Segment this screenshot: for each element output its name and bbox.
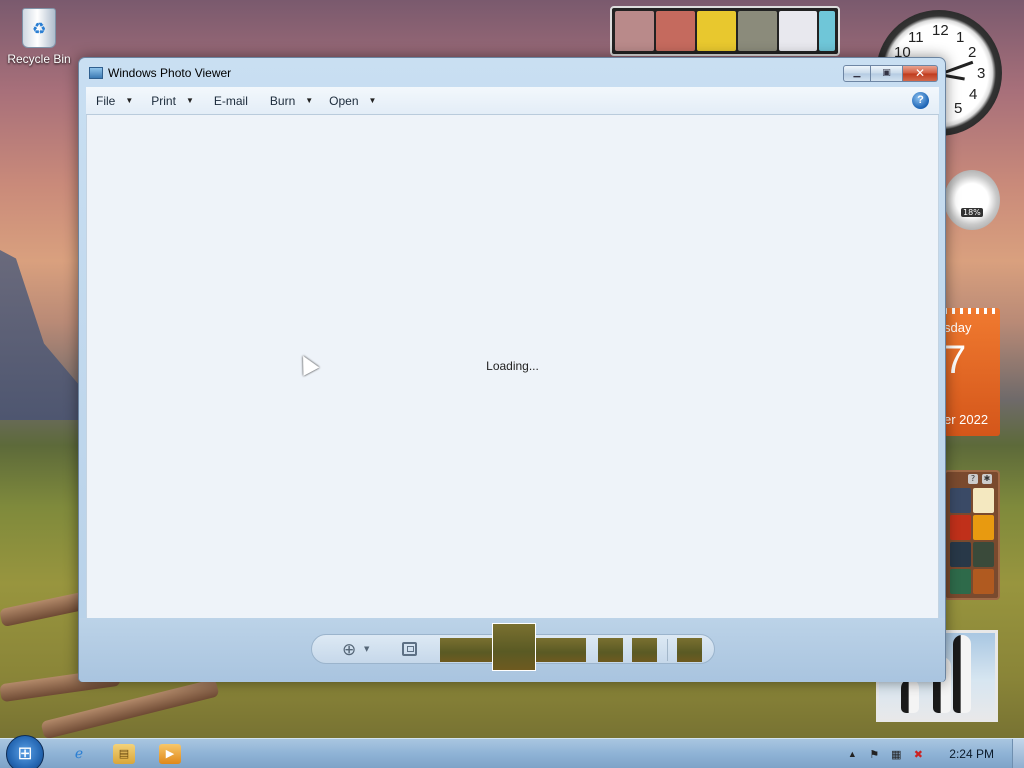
wallpaper-mountain <box>0 250 80 420</box>
internet-explorer-icon[interactable]: ℯ <box>68 744 90 764</box>
volume-muted-icon[interactable]: ✖ <box>909 748 927 761</box>
menu-open[interactable]: Open ▼ <box>319 87 382 114</box>
playback-controls: ⊕ ▼ <box>311 623 715 671</box>
image-viewing-area[interactable]: Loading... <box>86 115 939 618</box>
chevron-down-icon: ▼ <box>305 96 314 105</box>
rotate-right-button[interactable] <box>632 638 657 662</box>
chevron-down-icon[interactable]: ▼ <box>364 645 369 653</box>
penguin-shape <box>901 679 919 713</box>
menu-print-label: Print <box>151 93 176 108</box>
calendar-day-number: 7 <box>944 338 967 382</box>
penguin-shape <box>953 635 971 713</box>
recycle-bin-desktop-icon[interactable]: Recycle Bin <box>6 8 72 66</box>
window-title: Windows Photo Viewer <box>108 66 232 80</box>
chevron-down-icon: ▼ <box>185 96 194 105</box>
media-player-icon[interactable]: ▶ <box>159 744 181 764</box>
clock-number: 12 <box>932 22 949 39</box>
chevron-down-icon: ▼ <box>368 96 377 105</box>
menu-file[interactable]: File ▼ <box>86 87 139 114</box>
rotate-left-button[interactable] <box>598 638 623 662</box>
menu-open-label: Open <box>329 93 359 108</box>
minimize-button[interactable]: ▁ <box>843 65 871 82</box>
taskbar: ⊞ ℯ ▤ ▶ ▲ ⚑ ▦ ✖ 2:24 PM <box>0 735 1024 768</box>
slideshow-button[interactable] <box>492 623 536 671</box>
menu-bar: File ▼ Print ▼ E-mail Burn ▼ Open ▼ ? <box>86 87 939 115</box>
cpu-meter-gadget[interactable]: 18% <box>944 170 1000 230</box>
window-controls: ▁ ▣ ✕ <box>843 65 938 82</box>
show-desktop-button[interactable] <box>1012 739 1024 768</box>
help-icon[interactable]: ? <box>912 92 929 109</box>
recycle-bin-icon <box>22 8 56 48</box>
windows-explorer-icon[interactable]: ▤ <box>113 744 135 764</box>
maximize-button[interactable]: ▣ <box>871 65 903 82</box>
photo-viewer-app-icon <box>89 67 103 79</box>
actual-size-icon[interactable] <box>402 642 417 656</box>
cpu-meter-value: 18% <box>961 208 983 217</box>
taskbar-clock[interactable]: 2:24 PM <box>949 747 994 761</box>
menu-file-label: File <box>96 93 116 108</box>
network-icon[interactable]: ▦ <box>887 748 905 761</box>
color-palette-gadget[interactable]: ? ✱ <box>944 470 1000 600</box>
show-hidden-icons-arrow[interactable]: ▲ <box>843 749 861 759</box>
clock-number: 11 <box>908 29 924 46</box>
slideshow-gadget[interactable] <box>610 6 840 56</box>
menu-email[interactable]: E-mail <box>200 87 262 114</box>
calendar-day-name: sday <box>944 320 972 335</box>
system-tray: ▲ ⚑ ▦ ✖ 2:24 PM <box>843 739 1010 768</box>
loading-status: Loading... <box>486 359 539 373</box>
next-button[interactable] <box>536 638 586 662</box>
menu-print[interactable]: Print ▼ <box>139 87 200 114</box>
start-button[interactable]: ⊞ <box>6 735 44 768</box>
calendar-gadget[interactable]: sday 7 er 2022 <box>944 308 1000 436</box>
recycle-bin-label: Recycle Bin <box>7 52 71 66</box>
clock-number: 4 <box>969 86 978 103</box>
menu-burn-label: Burn <box>269 93 296 108</box>
calendar-month-year: er 2022 <box>944 412 989 427</box>
clock-number: 1 <box>956 29 965 46</box>
delete-button[interactable] <box>677 638 702 662</box>
clock-number: 3 <box>977 65 986 82</box>
chevron-down-icon: ▼ <box>125 96 134 105</box>
title-bar[interactable]: Windows Photo Viewer ▁ ▣ ✕ <box>79 58 945 88</box>
photo-viewer-window[interactable]: Windows Photo Viewer ▁ ▣ ✕ File ▼ Print … <box>78 57 946 682</box>
gadget-settings-icon[interactable]: ✱ <box>982 474 992 484</box>
menu-burn[interactable]: Burn ▼ <box>262 87 319 114</box>
action-center-flag-icon[interactable]: ⚑ <box>865 748 883 761</box>
toolbar-separator <box>667 639 668 661</box>
clock-number: 2 <box>968 44 977 61</box>
close-button[interactable]: ✕ <box>903 65 938 82</box>
magnifier-plus-icon[interactable]: ⊕ <box>342 640 356 660</box>
navigation-bar: ⊕ ▼ <box>79 618 945 682</box>
clock-number: 5 <box>954 100 963 117</box>
gadget-help-icon[interactable]: ? <box>968 474 978 484</box>
calendar-rings <box>944 308 1000 314</box>
menu-email-label: E-mail <box>213 93 248 108</box>
previous-button[interactable] <box>440 638 492 662</box>
